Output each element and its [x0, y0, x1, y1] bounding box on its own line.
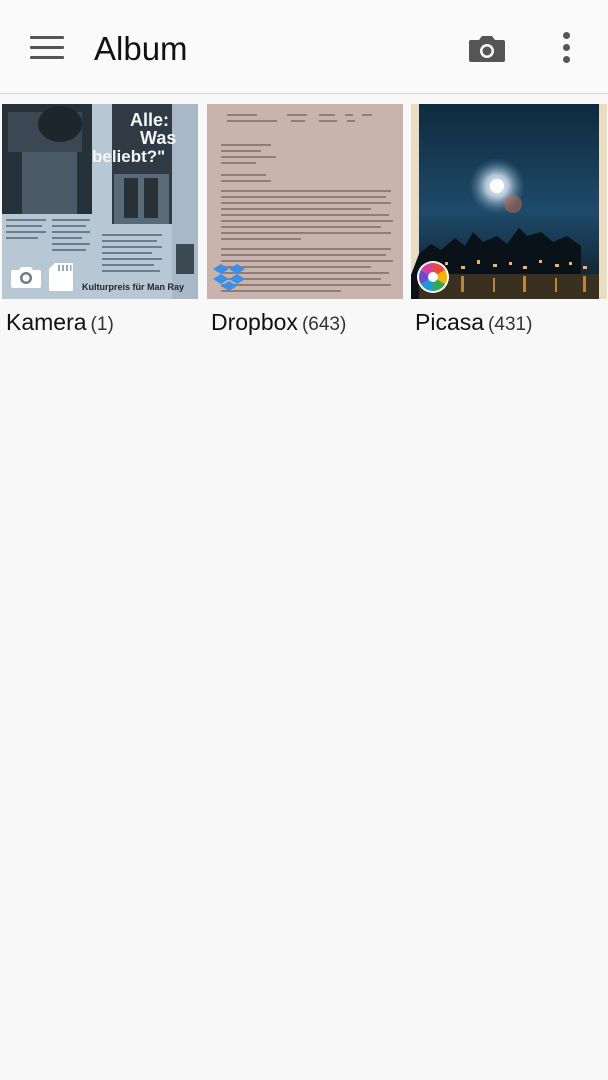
sd-card-icon — [48, 262, 74, 292]
album-label: Kamera (1) — [6, 309, 114, 336]
album-name: Kamera — [6, 309, 87, 335]
thumb-headline-2: Was — [140, 128, 176, 148]
album-count: (643) — [301, 314, 347, 335]
app-bar: Album — [0, 0, 608, 94]
album-picasa[interactable]: Picasa (431) — [411, 104, 607, 344]
thumb-caption: Kulturpreis für Man Ray — [82, 282, 184, 292]
album-kamera[interactable]: Alle: Was beliebt?" Kulturpreis für Man … — [2, 104, 198, 344]
album-count: (431) — [488, 314, 533, 335]
album-name: Picasa — [415, 309, 485, 335]
album-thumbnail: Alle: Was beliebt?" Kulturpreis für Man … — [2, 104, 198, 299]
picasa-icon — [416, 260, 450, 294]
album-label: Dropbox (643) — [211, 309, 346, 336]
album-label: Picasa (431) — [415, 309, 532, 336]
camera-icon — [10, 264, 42, 290]
album-count: (1) — [90, 314, 114, 335]
more-options-icon[interactable] — [548, 24, 586, 72]
album-name: Dropbox — [211, 309, 298, 335]
thumb-headline-3: beliebt?" — [92, 147, 165, 166]
camera-icon[interactable] — [462, 26, 510, 70]
album-thumbnail — [411, 104, 607, 299]
thumb-headline-1: Alle: — [130, 110, 169, 130]
dropbox-icon — [213, 262, 245, 292]
album-dropbox[interactable]: Dropbox (643) — [207, 104, 403, 344]
hamburger-menu-icon[interactable] — [22, 26, 72, 70]
album-thumbnail — [207, 104, 403, 299]
page-title: Album — [94, 30, 188, 67]
